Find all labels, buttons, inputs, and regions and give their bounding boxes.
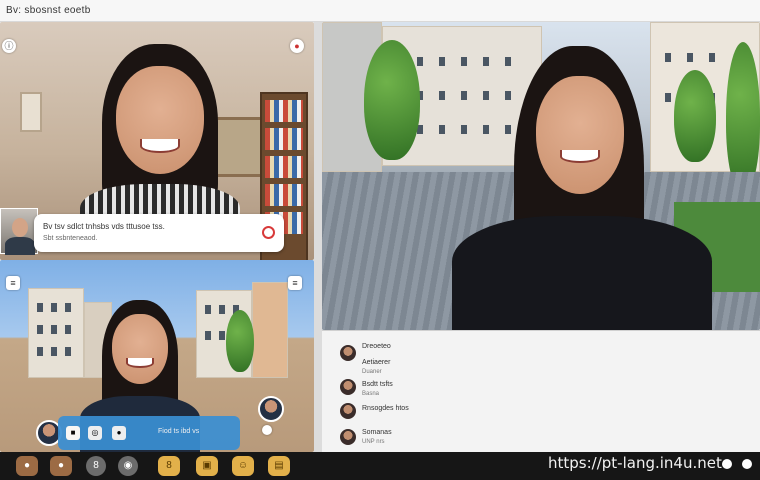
reaction-bar-text: Fiod ts ibd vs [158, 428, 200, 435]
info-icon[interactable]: ⓘ [2, 39, 16, 53]
speaker-icon[interactable]: ◎ [88, 426, 102, 440]
chat-message-subline: Sbt ssbnteneaod. [43, 235, 98, 242]
camera-icon[interactable]: ● [16, 456, 38, 476]
menu-icon[interactable]: ≡ [6, 276, 20, 290]
title-bar: Bv: sbosnst eoetb [0, 0, 760, 22]
participant-subtitle: UNP nrs [362, 439, 385, 445]
participant-name[interactable]: Rnsogdes htos [362, 405, 409, 412]
emoji-icon[interactable]: ☺ [232, 456, 254, 476]
participants-panel: Dreoeteo Aetiaerer Duaner Bsdtt tsfts Ba… [322, 330, 760, 452]
tree [726, 42, 760, 192]
menu-icon[interactable]: ≡ [288, 276, 302, 290]
avatar[interactable] [340, 403, 356, 419]
participant-subtitle: Basna [362, 391, 380, 397]
reaction-bar[interactable]: ■ ◎ ● Fiod ts ibd vs [58, 416, 240, 450]
record-icon[interactable]: ◉ [118, 456, 138, 476]
chat-icon[interactable]: ▣ [196, 456, 218, 476]
chat-message-line: Bv tsv sdlct tnhsbs vds tttusoe tss. [43, 222, 165, 231]
watermark-url: https://pt-lang.in4u.net [548, 454, 722, 472]
wall-picture [20, 92, 42, 132]
avatar[interactable] [340, 379, 356, 395]
mic-icon[interactable]: 8 [86, 456, 106, 476]
reaction-icon[interactable]: ● [50, 456, 72, 476]
tree [364, 40, 420, 160]
panel-divider[interactable] [314, 22, 322, 452]
participant-video [452, 46, 712, 330]
share-icon[interactable]: 8 [158, 456, 180, 476]
participant-name[interactable]: Dreoeteo [362, 343, 391, 350]
avatar[interactable] [340, 345, 356, 361]
window-title: Bv: sbosnst eoetb [6, 5, 91, 16]
status-dot-icon [262, 425, 272, 435]
send-icon[interactable] [262, 226, 275, 239]
video-tile-main[interactable] [322, 22, 760, 330]
participant-subtitle: Duaner [362, 369, 382, 375]
participant-name[interactable]: Somanas [362, 429, 392, 436]
status-dot-icon [742, 459, 752, 469]
tree [226, 310, 254, 372]
self-view-thumbnail[interactable] [0, 208, 38, 255]
chat-message-bubble[interactable]: Bv tsv sdlct tnhsbs vds tttusoe tss. Sbt… [34, 214, 284, 252]
building [28, 288, 84, 378]
pin-icon[interactable]: ● [290, 39, 304, 53]
avatar[interactable] [340, 429, 356, 445]
building [252, 282, 288, 378]
status-dot-icon [722, 459, 732, 469]
more-icon[interactable]: ▤ [268, 456, 290, 476]
video-call-app: Bv: sbosnst eoetb ⓘ ● Bv tsv sdlct tnhsb… [0, 0, 760, 480]
video-icon[interactable]: ■ [66, 426, 80, 440]
participant-name[interactable]: Aetiaerer [362, 359, 390, 366]
participant-name[interactable]: Bsdtt tsfts [362, 381, 393, 388]
participant-avatar[interactable] [258, 396, 284, 422]
link-icon[interactable]: ● [112, 426, 126, 440]
